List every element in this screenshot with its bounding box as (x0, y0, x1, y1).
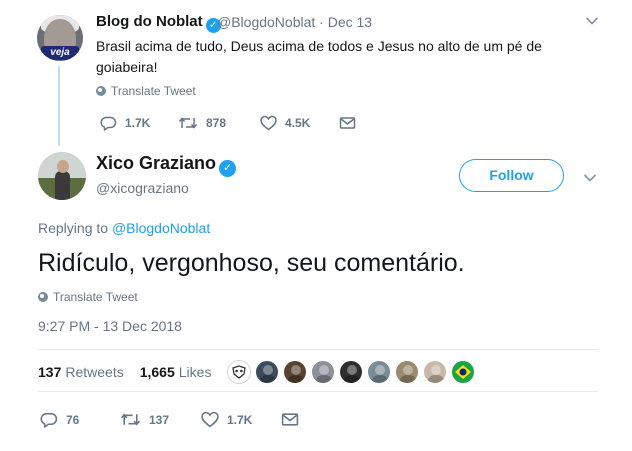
retweets-stat-label: Retweets (65, 364, 124, 380)
retweets-stat[interactable]: 137 Retweets (38, 364, 124, 380)
envelope-icon (339, 117, 356, 129)
chevron-down-icon[interactable] (585, 14, 599, 28)
follow-button[interactable]: Follow (459, 159, 564, 192)
main-author-name[interactable]: Xico Graziano ✓ (96, 153, 237, 177)
parent-tweet-date[interactable]: Dec 13 (328, 14, 372, 30)
replying-to-handle-link[interactable]: @BlogdoNoblat (112, 220, 210, 236)
main-avatar[interactable] (38, 152, 86, 200)
reply-count: 76 (66, 412, 80, 427)
liker-avatar[interactable] (311, 360, 335, 384)
retweet-icon (120, 413, 141, 426)
heart-icon (260, 115, 277, 131)
tweet-timestamp[interactable]: 9:27 PM - 13 Dec 2018 (38, 318, 182, 334)
globe-icon (38, 292, 48, 302)
translate-tweet-link[interactable]: Translate Tweet (38, 290, 138, 304)
like-count: 1.7K (227, 412, 253, 427)
retweet-button[interactable]: 137 (120, 411, 169, 428)
translate-tweet-link[interactable]: Translate Tweet (96, 84, 196, 98)
parent-author-name[interactable]: Blog do Noblat ✓ (96, 13, 221, 33)
retweet-button[interactable]: 878 (178, 115, 226, 131)
avatar-body (55, 171, 70, 200)
retweet-count: 137 (149, 412, 170, 427)
reply-icon (40, 412, 58, 428)
parent-author-meta: @BlogdoNoblat · Dec 13 (217, 14, 372, 30)
mask-icon[interactable] (227, 360, 251, 384)
thread-connector-line (58, 66, 60, 146)
liker-avatar[interactable] (283, 360, 307, 384)
chevron-down-icon[interactable] (583, 171, 597, 185)
retweet-icon (178, 117, 198, 129)
like-button[interactable]: 4.5K (260, 115, 310, 131)
like-button[interactable]: 1.7K (201, 411, 252, 428)
like-count: 4.5K (285, 116, 311, 130)
main-author-handle[interactable]: @xicograziano (96, 180, 189, 196)
translate-tweet-label: Translate Tweet (111, 84, 196, 98)
direct-message-button[interactable] (339, 115, 364, 131)
envelope-icon (281, 413, 299, 426)
direct-message-button[interactable] (281, 411, 307, 428)
dot-separator: · (319, 14, 328, 30)
heart-icon (201, 411, 219, 428)
liker-avatar[interactable] (255, 360, 279, 384)
replying-to-line: Replying to @BlogdoNoblat (38, 220, 210, 236)
translate-tweet-label: Translate Tweet (53, 290, 138, 304)
reply-icon (100, 116, 117, 131)
reply-button[interactable]: 1.7K (100, 115, 150, 131)
reply-count: 1.7K (125, 116, 151, 130)
liker-avatars (227, 359, 479, 385)
parent-avatar[interactable]: veja (37, 15, 83, 61)
main-tweet-text: Ridículo, vergonhoso, seu comentário. (38, 249, 465, 277)
likes-stat-count: 1,665 (139, 364, 175, 380)
retweet-count: 878 (206, 116, 227, 130)
main-author-name-text: Xico Graziano (96, 153, 217, 173)
likes-stat[interactable]: 1,665 Likes (140, 364, 212, 380)
liker-avatar[interactable] (339, 360, 363, 384)
verified-badge-icon: ✓ (219, 160, 237, 177)
liker-avatar[interactable] (367, 360, 391, 384)
retweets-stat-count: 137 (38, 364, 62, 380)
replying-to-prefix: Replying to (38, 220, 109, 236)
reply-button[interactable]: 76 (40, 411, 79, 428)
divider (38, 349, 598, 350)
parent-author-name-text: Blog do Noblat (96, 13, 203, 30)
divider (38, 391, 598, 392)
veja-badge: veja (41, 46, 79, 60)
liker-avatar[interactable] (423, 360, 447, 384)
parent-author-handle[interactable]: @BlogdoNoblat (217, 14, 315, 30)
liker-avatar[interactable] (395, 360, 419, 384)
parent-tweet-text: Brasil acima de tudo, Deus acima de todo… (96, 38, 542, 75)
brazil-flag-icon[interactable] (451, 360, 475, 384)
likes-stat-label: Likes (178, 364, 212, 380)
avatar-head (57, 160, 69, 173)
engagement-stats: 137 Retweets 1,665 Likes (38, 364, 227, 380)
globe-icon (96, 86, 106, 96)
